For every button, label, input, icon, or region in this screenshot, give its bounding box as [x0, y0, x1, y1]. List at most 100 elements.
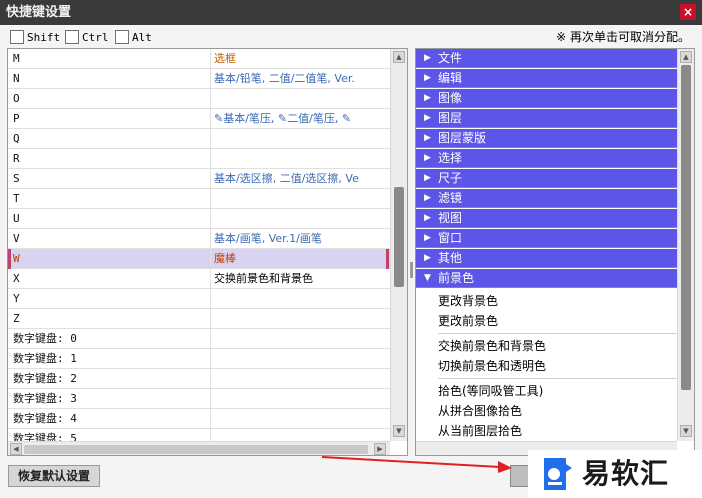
column-divider — [210, 409, 211, 429]
table-row[interactable]: 数字键盘: 0 — [8, 329, 390, 349]
tree-category[interactable]: ▶ 选择 — [416, 149, 677, 168]
scroll-down-icon[interactable]: ▼ — [393, 425, 405, 437]
tree-command-item[interactable]: 切换前景色和透明色 — [416, 356, 677, 376]
table-row[interactable]: T — [8, 189, 390, 209]
row-key: N — [13, 72, 20, 85]
command-label: 拾色(等同吸管工具) — [438, 384, 544, 398]
collapsed-triangle-icon[interactable]: ▶ — [424, 49, 431, 68]
table-row[interactable]: V 基本/画笔, Ver.1/画笔 — [8, 229, 390, 249]
table-row[interactable]: X 交换前景色和背景色 — [8, 269, 390, 289]
splitter-grip[interactable] — [410, 262, 413, 278]
table-row[interactable]: P ✎基本/笔压, ✎二值/笔压, ✎ — [8, 109, 390, 129]
category-label: 尺子 — [438, 171, 463, 185]
collapsed-triangle-icon[interactable]: ▶ — [424, 249, 431, 268]
scroll-up-icon[interactable]: ▲ — [680, 51, 692, 63]
row-key: R — [13, 152, 20, 165]
collapsed-triangle-icon[interactable]: ▶ — [424, 69, 431, 88]
collapsed-triangle-icon[interactable]: ▶ — [424, 229, 431, 248]
tree-category[interactable]: ▶ 图层 — [416, 109, 677, 128]
scrollbar-thumb[interactable] — [394, 187, 404, 287]
column-divider — [210, 89, 211, 109]
table-row[interactable]: Y — [8, 289, 390, 309]
key-table-vertical-scrollbar[interactable]: ▲ ▼ — [390, 49, 407, 441]
checkbox-box[interactable] — [65, 30, 79, 44]
command-tree-vertical-scrollbar[interactable]: ▲ ▼ — [677, 49, 694, 441]
tree-category[interactable]: ▶ 编辑 — [416, 69, 677, 88]
tree-category[interactable]: ▶ 其他 — [416, 249, 677, 268]
row-assigned-command: 基本/选区擦, 二值/选区擦, Ve — [214, 172, 359, 185]
scroll-left-icon[interactable]: ◀ — [10, 443, 22, 455]
table-row[interactable]: S 基本/选区擦, 二值/选区擦, Ve — [8, 169, 390, 189]
table-row[interactable]: N 基本/铅笔, 二值/二值笔, Ver. — [8, 69, 390, 89]
table-row[interactable]: 数字键盘: 2 — [8, 369, 390, 389]
collapsed-triangle-icon[interactable]: ▶ — [424, 209, 431, 228]
tree-category[interactable]: ▶ 尺子 — [416, 169, 677, 188]
tree-category[interactable]: ▶ 图像 — [416, 89, 677, 108]
table-row[interactable]: 数字键盘: 5 — [8, 429, 390, 441]
column-divider — [210, 349, 211, 369]
panel-splitter[interactable] — [408, 48, 415, 456]
table-row[interactable]: U — [8, 209, 390, 229]
category-label: 前景色 — [438, 271, 475, 285]
row-key: W — [13, 252, 20, 265]
scrollbar-thumb[interactable] — [24, 445, 368, 454]
column-divider — [210, 429, 211, 441]
command-label: 切换前景色和透明色 — [438, 359, 547, 373]
category-label: 滤镜 — [438, 191, 463, 205]
collapsed-triangle-icon[interactable]: ▶ — [424, 169, 431, 188]
table-row[interactable]: 数字键盘: 3 — [8, 389, 390, 409]
alt-checkbox[interactable]: Alt — [115, 29, 152, 45]
scroll-down-icon[interactable]: ▼ — [680, 425, 692, 437]
row-key: Y — [13, 292, 20, 305]
tree-category[interactable]: ▶ 视图 — [416, 209, 677, 228]
tree-category[interactable]: ▶ 窗口 — [416, 229, 677, 248]
title-bar: 快捷键设置 × — [0, 0, 702, 25]
checkbox-box[interactable] — [10, 30, 24, 44]
shift-checkbox[interactable]: Shift — [10, 29, 60, 45]
collapsed-triangle-icon[interactable]: ▶ — [424, 189, 431, 208]
table-row[interactable]: R — [8, 149, 390, 169]
collapsed-triangle-icon[interactable]: ▶ — [424, 149, 431, 168]
column-divider — [210, 289, 211, 309]
category-label: 图层蒙版 — [438, 131, 487, 145]
table-row[interactable]: 数字键盘: 1 — [8, 349, 390, 369]
table-row[interactable]: 数字键盘: 4 — [8, 409, 390, 429]
column-divider — [210, 309, 211, 329]
row-key: 数字键盘: 1 — [13, 352, 77, 365]
tree-command-item[interactable]: 更改背景色 — [416, 291, 677, 311]
tree-category[interactable]: ▶ 图层蒙版 — [416, 129, 677, 148]
group-divider — [438, 333, 677, 334]
checkbox-box[interactable] — [115, 30, 129, 44]
tree-category[interactable]: ▼ 前景色 — [416, 269, 677, 288]
dialog-body: Shift Ctrl Alt ※ 再次单击可取消分配。 M 选框 N 基本/铅笔, 二… — [0, 25, 702, 498]
tree-command-item[interactable]: 拾色(等同吸管工具) — [416, 381, 677, 401]
command-label: 从拼合图像拾色 — [438, 404, 523, 418]
column-divider — [210, 269, 211, 289]
tree-command-item[interactable]: 交换前景色和背景色 — [416, 336, 677, 356]
expanded-triangle-icon[interactable]: ▼ — [424, 269, 431, 288]
alt-label: Alt — [132, 30, 152, 44]
collapsed-triangle-icon[interactable]: ▶ — [424, 129, 431, 148]
table-row[interactable]: M 选框 — [8, 49, 390, 69]
tree-command-item[interactable]: 更改前景色 — [416, 311, 677, 331]
scrollbar-thumb[interactable] — [681, 65, 691, 390]
tree-category[interactable]: ▶ 滤镜 — [416, 189, 677, 208]
table-row[interactable]: Q — [8, 129, 390, 149]
row-assigned-command: 交换前景色和背景色 — [214, 272, 313, 285]
close-button[interactable]: × — [680, 4, 696, 20]
table-row[interactable]: W 魔棒 — [8, 249, 390, 269]
tree-command-item[interactable]: 从当前图层拾色 — [416, 421, 677, 441]
tree-category[interactable]: ▶ 文件 — [416, 49, 677, 68]
column-divider — [210, 169, 211, 189]
column-divider — [210, 229, 211, 249]
scroll-up-icon[interactable]: ▲ — [393, 51, 405, 63]
table-row[interactable]: O — [8, 89, 390, 109]
ctrl-checkbox[interactable]: Ctrl — [65, 29, 109, 45]
selection-marker — [8, 249, 11, 269]
tree-command-item[interactable]: 从拼合图像拾色 — [416, 401, 677, 421]
collapsed-triangle-icon[interactable]: ▶ — [424, 109, 431, 128]
table-row[interactable]: Z — [8, 309, 390, 329]
restore-defaults-button[interactable]: 恢复默认设置 — [8, 465, 100, 487]
collapsed-triangle-icon[interactable]: ▶ — [424, 89, 431, 108]
column-divider — [210, 49, 211, 69]
